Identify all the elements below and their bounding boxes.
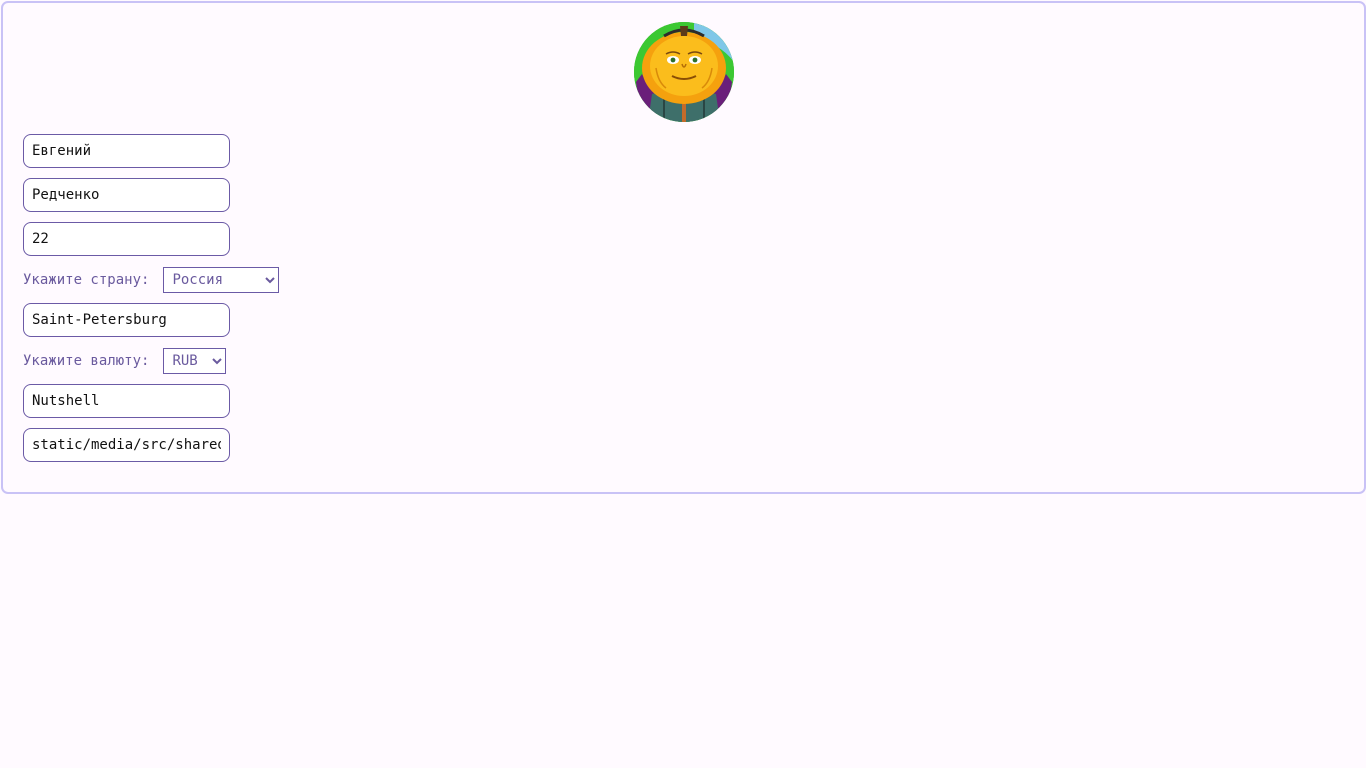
- currency-select[interactable]: RUB: [163, 348, 227, 374]
- profile-card: Укажите страну: Россия Укажите валюту: R…: [1, 1, 1366, 494]
- last-name-input[interactable]: [23, 178, 230, 212]
- avatar[interactable]: [634, 22, 734, 122]
- country-row: Укажите страну: Россия: [23, 266, 280, 294]
- nickname-input[interactable]: [23, 384, 230, 418]
- first-name-input[interactable]: [23, 134, 230, 168]
- currency-label: Укажите валюту:: [23, 353, 150, 369]
- avatar-path-input[interactable]: [23, 428, 230, 462]
- pumpkin-character-icon: [634, 22, 734, 122]
- age-input[interactable]: [23, 222, 230, 256]
- city-input[interactable]: [23, 303, 230, 337]
- currency-row: Укажите валюту: RUB: [23, 347, 227, 375]
- country-label: Укажите страну:: [23, 272, 150, 288]
- country-select[interactable]: Россия: [163, 267, 280, 293]
